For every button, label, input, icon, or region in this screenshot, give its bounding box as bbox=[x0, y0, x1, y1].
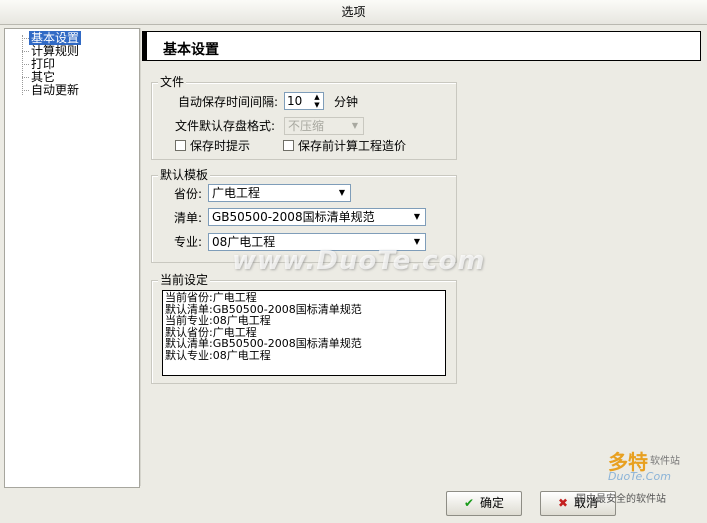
prompt-on-save-label: 保存时提示 bbox=[190, 139, 251, 153]
tree-connector bbox=[22, 77, 29, 78]
list-value: GB50500-2008国标清单规范 bbox=[212, 210, 375, 224]
tree-item-print[interactable]: 打印 bbox=[29, 57, 57, 71]
calc-before-save-label: 保存前计算工程造价 bbox=[298, 139, 407, 153]
logo-slogan: 国内最安全的软件站 bbox=[576, 494, 666, 505]
tree-connector bbox=[22, 38, 29, 39]
chevron-down-icon: ▼ bbox=[351, 121, 359, 130]
window-title: 选项 bbox=[0, 0, 707, 25]
template-group-label: 默认模板 bbox=[158, 168, 211, 182]
x-icon: ✖ bbox=[557, 496, 569, 510]
tree-item-other[interactable]: 其它 bbox=[29, 70, 57, 84]
tree-item-calc-rules[interactable]: 计算规则 bbox=[29, 44, 81, 58]
memo-line: 默认专业:08广电工程 bbox=[165, 348, 271, 362]
province-value: 广电工程 bbox=[212, 186, 261, 200]
page-title: 基本设置 bbox=[163, 42, 219, 58]
province-select[interactable]: 广电工程 ▼ bbox=[208, 184, 351, 202]
save-format-value: 不压缩 bbox=[288, 119, 325, 133]
watermark: www.DuoTe.com bbox=[232, 246, 486, 276]
tree-item-auto-update[interactable]: 自动更新 bbox=[29, 83, 81, 97]
options-tree: 基本设置 计算规则 打印 其它 自动更新 bbox=[4, 28, 140, 488]
checkmark-icon: ✔ bbox=[463, 496, 475, 510]
autosave-interval-label: 自动保存时间间隔: bbox=[178, 95, 279, 109]
chevron-down-icon[interactable]: ▼ bbox=[409, 209, 425, 225]
site-logo: 多特 软件站 DuoTe.Com 国内最安全的软件站 bbox=[570, 440, 704, 506]
tree-connector bbox=[22, 51, 29, 52]
autosave-interval-stepper[interactable]: 10 ▲ ▼ bbox=[284, 92, 324, 110]
file-group-label: 文件 bbox=[158, 75, 187, 89]
calc-before-save-checkbox[interactable] bbox=[283, 140, 294, 151]
page-header: 基本设置 bbox=[142, 31, 701, 61]
memo-line: 当前省份:广电工程 bbox=[165, 291, 257, 304]
tree-connector bbox=[22, 90, 29, 91]
save-format-select: 不压缩 ▼ bbox=[284, 117, 364, 135]
province-label: 省份: bbox=[174, 187, 203, 201]
list-label: 清单: bbox=[174, 211, 203, 225]
autosave-interval-value: 10 bbox=[287, 94, 303, 108]
ok-button-label: 确定 bbox=[480, 496, 505, 510]
tree-item-basic-settings[interactable]: 基本设置 bbox=[29, 31, 82, 45]
tree-connector bbox=[22, 35, 23, 95]
current-settings-memo[interactable]: 当前省份:广电工程 默认清单:GB50500-2008国标清单规范 当前专业:0… bbox=[162, 290, 446, 376]
list-select[interactable]: GB50500-2008国标清单规范 ▼ bbox=[208, 208, 426, 226]
ok-button[interactable]: ✔ 确定 bbox=[446, 491, 522, 516]
save-format-label: 文件默认存盘格式: bbox=[175, 119, 276, 133]
current-settings-label: 当前设定 bbox=[158, 273, 211, 287]
logo-sub: 软件站 bbox=[650, 456, 680, 467]
logo-url: DuoTe.Com bbox=[608, 470, 671, 483]
spin-arrows-icon[interactable]: ▲ ▼ bbox=[311, 93, 323, 109]
autosave-unit-label: 分钟 bbox=[334, 95, 359, 109]
prompt-on-save-checkbox[interactable] bbox=[175, 140, 186, 151]
tree-connector bbox=[22, 64, 29, 65]
chevron-down-icon[interactable]: ▼ bbox=[334, 185, 350, 201]
specialty-label: 专业: bbox=[174, 235, 203, 249]
